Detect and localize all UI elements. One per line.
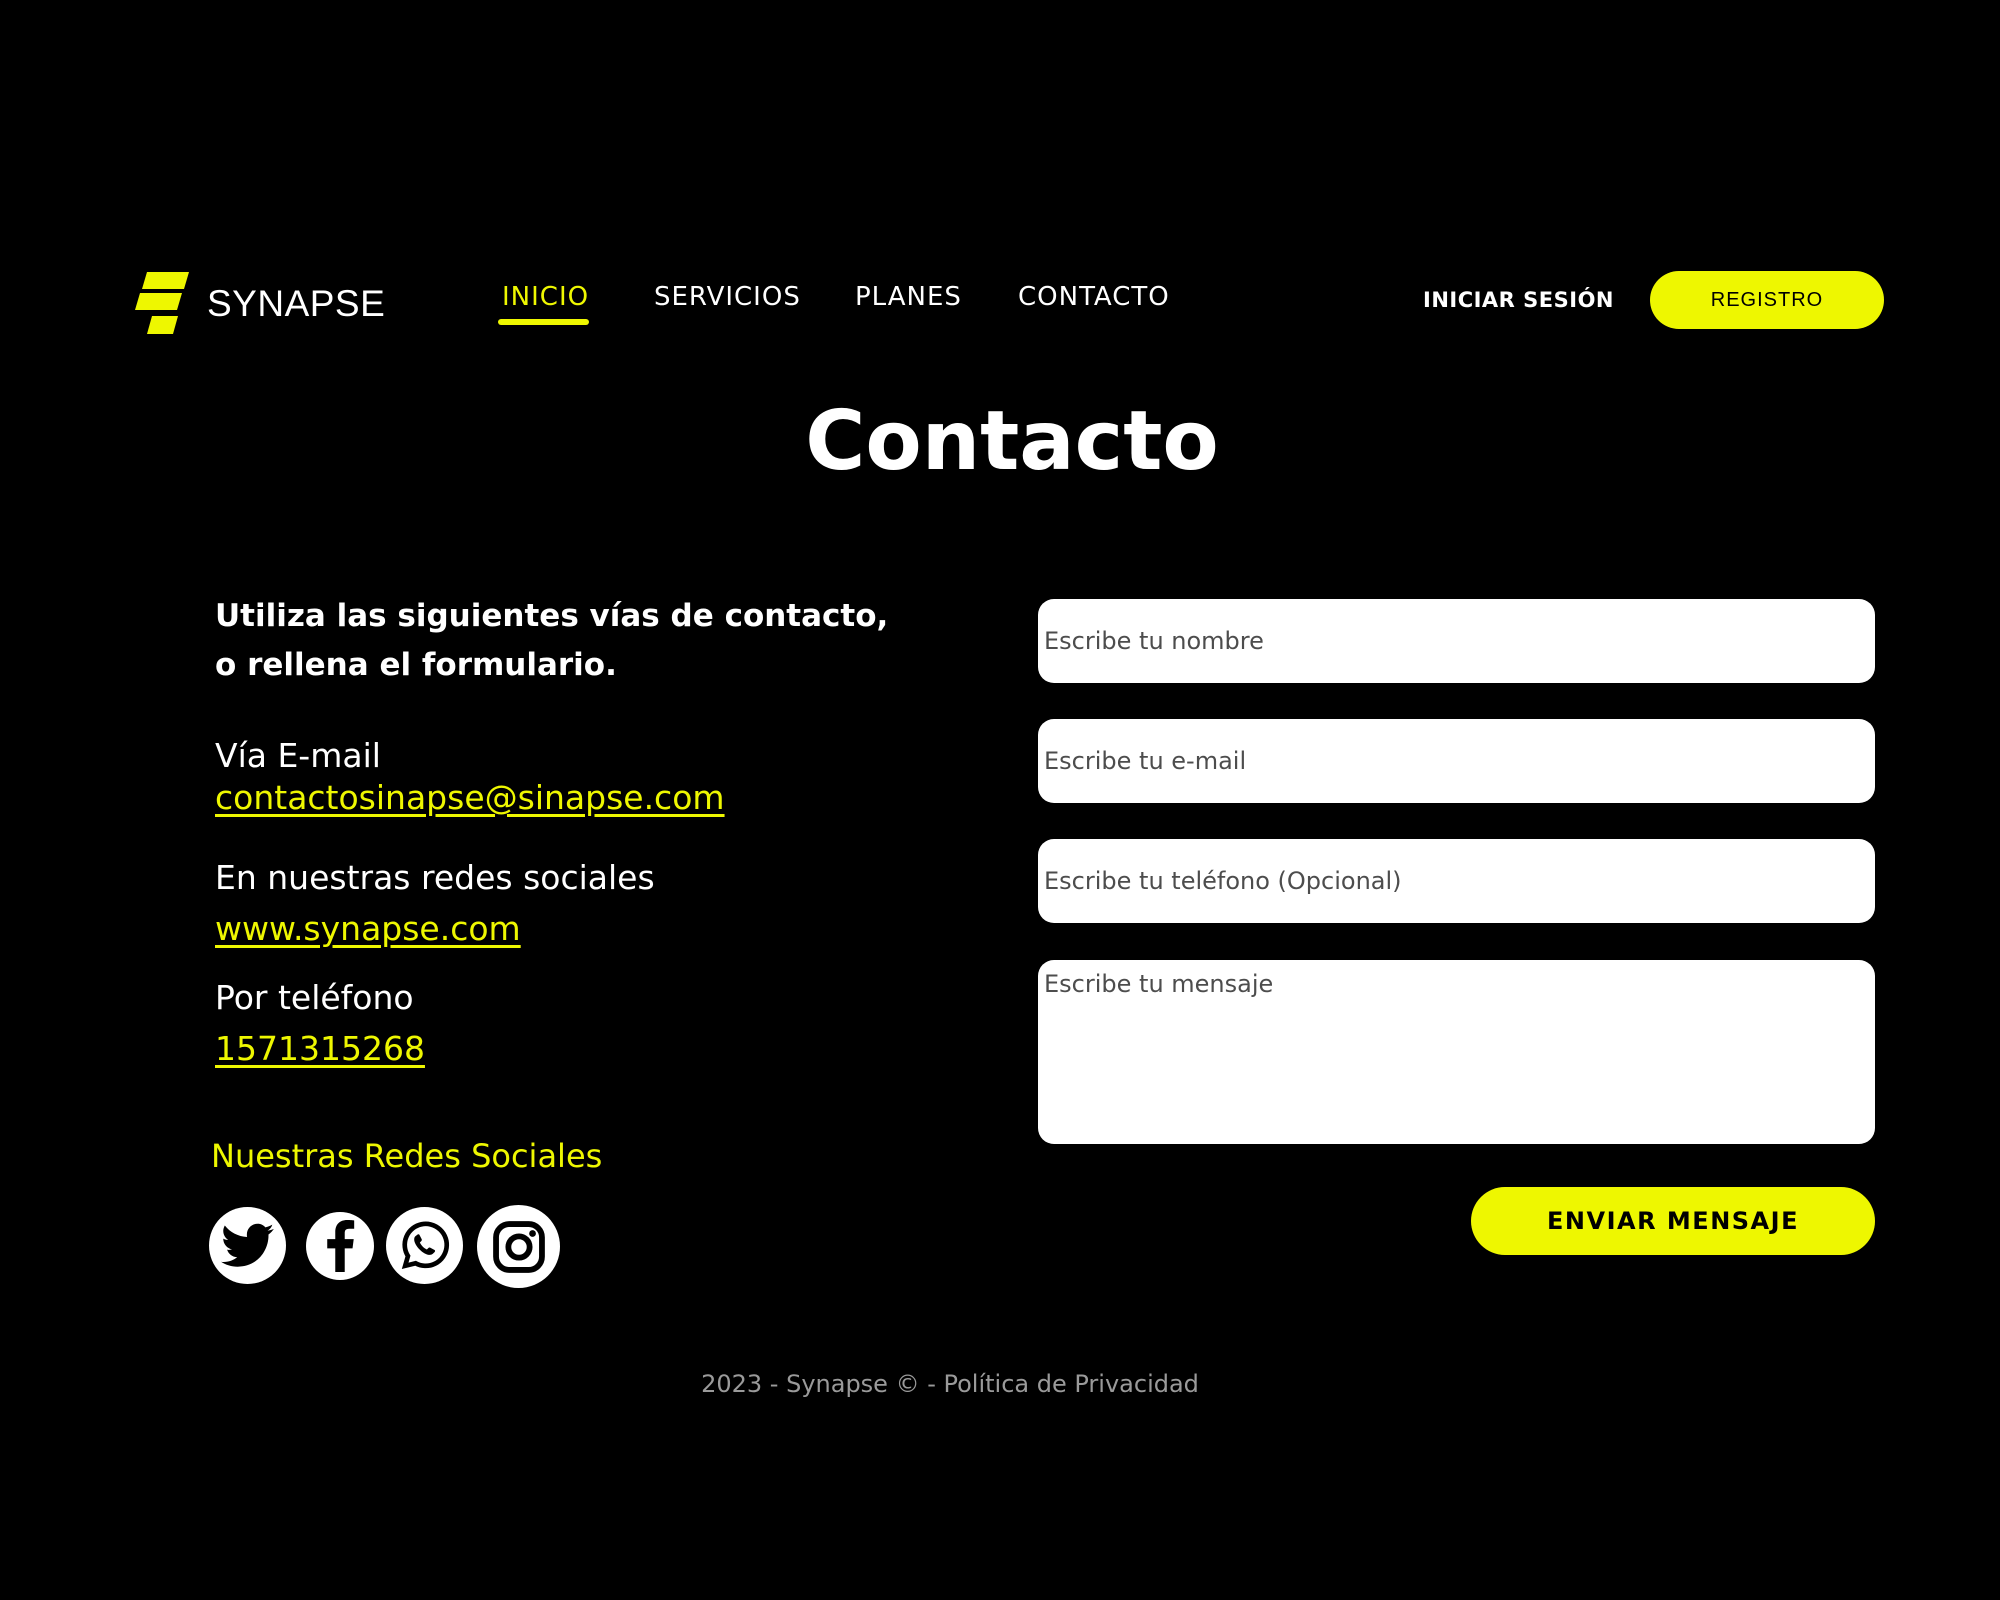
twitter-icon bbox=[220, 1223, 274, 1267]
nav-item-contacto[interactable]: CONTACTO bbox=[1018, 280, 1170, 314]
facebook-icon bbox=[327, 1220, 355, 1272]
nav-item-inicio[interactable]: INICIO bbox=[502, 280, 589, 314]
name-input[interactable] bbox=[1038, 599, 1875, 683]
twitter-link[interactable] bbox=[209, 1207, 286, 1284]
instagram-icon bbox=[492, 1220, 545, 1273]
page-title: Contacto bbox=[805, 394, 1219, 489]
phone-input[interactable] bbox=[1038, 839, 1875, 923]
site-footer: 2023 - Synapse © - Política de Privacida… bbox=[701, 1370, 1199, 1398]
phone-link[interactable]: 1571315268 bbox=[215, 1029, 425, 1069]
whatsapp-link[interactable] bbox=[386, 1207, 463, 1284]
nav-item-planes[interactable]: PLANES bbox=[855, 280, 962, 314]
email-link[interactable]: contactosinapse@sinapse.com bbox=[215, 778, 725, 818]
website-link[interactable]: www.synapse.com bbox=[215, 909, 521, 949]
social-networks-label: En nuestras redes sociales bbox=[215, 858, 655, 897]
nav-active-indicator bbox=[498, 319, 589, 325]
nav-item-servicios[interactable]: SERVICIOS bbox=[654, 280, 801, 314]
social-heading: Nuestras Redes Sociales bbox=[211, 1137, 603, 1175]
send-message-button[interactable]: ENVIAR MENSAJE bbox=[1471, 1187, 1875, 1255]
contact-intro-line-2: o rellena el formulario. bbox=[215, 647, 617, 683]
brand-name: SYNAPSE bbox=[207, 282, 386, 324]
contact-intro: Utiliza las siguientes vías de contacto,… bbox=[215, 592, 915, 690]
facebook-link[interactable] bbox=[306, 1212, 374, 1280]
phone-label: Por teléfono bbox=[215, 978, 414, 1017]
login-link[interactable]: INICIAR SESIÓN bbox=[1423, 287, 1614, 313]
email-label: Vía E-mail bbox=[215, 736, 381, 775]
register-button[interactable]: REGISTRO bbox=[1650, 271, 1884, 329]
instagram-link[interactable] bbox=[477, 1205, 560, 1288]
email-input[interactable] bbox=[1038, 719, 1875, 803]
whatsapp-icon bbox=[401, 1221, 449, 1269]
contact-intro-line-1: Utiliza las siguientes vías de contacto, bbox=[215, 598, 889, 634]
brand-logo[interactable]: SYNAPSE bbox=[133, 272, 385, 334]
synapse-logo-icon bbox=[135, 272, 189, 334]
message-textarea[interactable] bbox=[1038, 960, 1875, 1144]
